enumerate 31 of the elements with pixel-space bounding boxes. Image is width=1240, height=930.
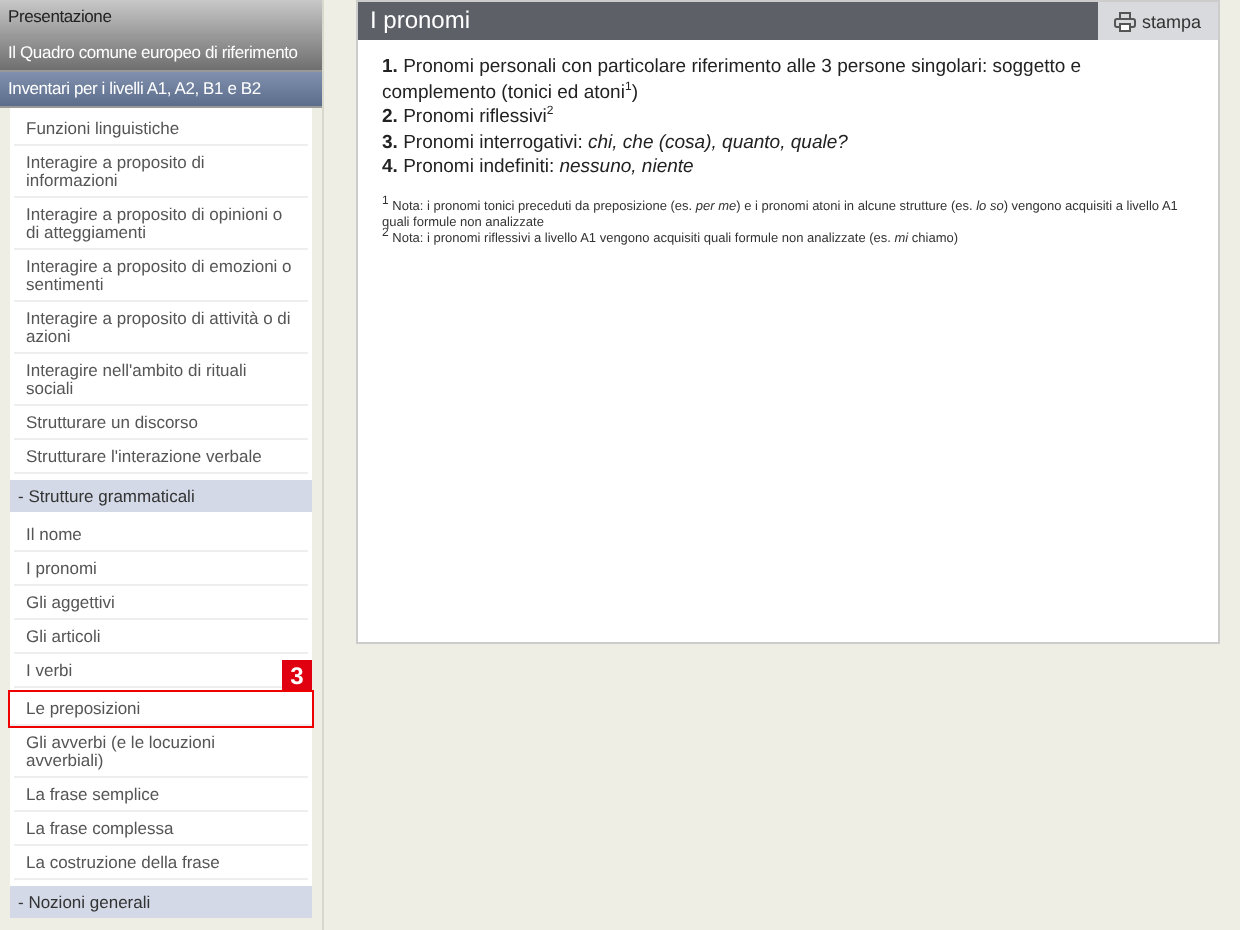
sidebar-section-header[interactable]: - Nozioni generali <box>10 886 312 918</box>
sidebar-item[interactable]: Gli aggettivi <box>26 593 115 611</box>
sidebar-item[interactable]: La frase semplice <box>26 785 160 803</box>
sidebar-item[interactable]: Interagire a proposito di attività o di azioni <box>26 309 296 345</box>
list-item: 2. Pronomi riflessivi$^{2}$ <box>382 106 556 131</box>
sidebar-item[interactable]: I verbi <box>26 661 73 679</box>
sidebar-item[interactable]: La costruzione della frase <box>26 853 220 871</box>
sidebar-menu-header[interactable]: Il Quadro comune europeo di riferimento <box>0 36 322 72</box>
list-item: 3. Pronomi interrogativi: chi, che (cosa), quanto, quale? <box>382 131 850 156</box>
number-badge: 3 <box>282 660 312 690</box>
page-title: I pronomi <box>368 4 473 38</box>
sidebar-item[interactable]: Strutturare l'interazione verbale <box>26 447 262 465</box>
sidebar-item[interactable]: Interagire a proposito di opinioni o di atteggiamenti <box>26 205 296 241</box>
sidebar-item[interactable]: Gli avverbi (e le locuzioni avverbiali) <box>26 733 296 769</box>
sidebar-item[interactable]: La frase complessa <box>26 819 174 837</box>
sidebar-menu-header[interactable]: Presentazione <box>0 0 322 36</box>
list-item: 4. Pronomi indefiniti: nessuno, niente <box>382 156 696 181</box>
sidebar-item[interactable]: Le preposizioni <box>10 692 312 726</box>
sidebar-item[interactable]: Gli articoli <box>26 627 101 645</box>
sidebar-item[interactable]: Interagire nell'ambito di rituali sociali <box>26 361 296 397</box>
sidebar-menu-header[interactable]: Inventari per i livelli A1, A2, B1 e B2 <box>0 72 322 108</box>
sidebar-section-header[interactable]: - Strutture grammaticali <box>10 480 312 512</box>
sidebar-item[interactable]: Funzioni linguistiche <box>26 119 180 137</box>
sidebar-item[interactable]: Strutturare un discorso <box>26 413 198 431</box>
sidebar-item[interactable]: Interagire a proposito di informazioni <box>26 153 296 189</box>
sidebar-item[interactable]: I pronomi <box>26 559 97 577</box>
print-button[interactable]: stampa <box>1098 2 1218 40</box>
list-item: 1. Pronomi personali con particolare riferimento alle 3 persone singolari: soggetto e complemento (tonici ed atoni$^{1}$) <box>382 56 1084 105</box>
printer-icon <box>1114 11 1136 31</box>
sidebar-item[interactable]: Il nome <box>26 525 82 543</box>
sidebar-item[interactable]: Interagire a proposito di emozioni o sentimenti <box>26 257 296 293</box>
